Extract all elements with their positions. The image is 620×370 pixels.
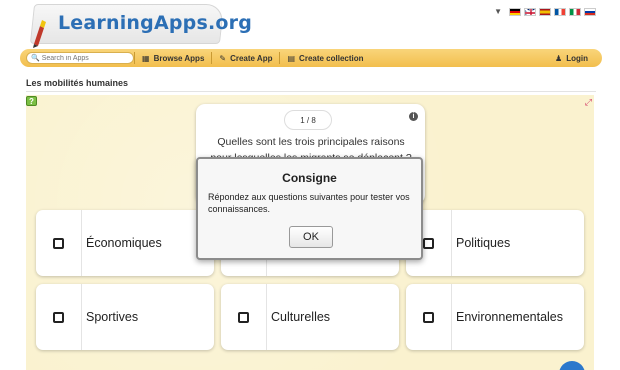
checkbox[interactable]: [423, 311, 434, 323]
fullscreen-icon[interactable]: ⤢: [585, 97, 592, 108]
checkbox-cell: [36, 284, 82, 350]
search-icon: 🔍: [31, 55, 40, 62]
answer-option[interactable]: Environnementales: [406, 284, 584, 350]
answer-label: Politiques: [456, 236, 511, 250]
create-collection-label: Create collection: [299, 53, 364, 63]
main-toolbar: 🔍 ▦ Browse Apps ✎ Create App ▤ Create co…: [20, 49, 602, 67]
instruction-dialog: Consigne Répondez aux questions suivante…: [196, 157, 423, 260]
login-label: Login: [566, 53, 588, 63]
answer-label: Environnementales: [456, 310, 564, 324]
grid-icon: ▦: [142, 53, 150, 63]
create-app-label: Create App: [230, 53, 273, 63]
search-input[interactable]: [41, 54, 132, 62]
dialog-message: Répondez aux questions suivantes pour te…: [208, 192, 410, 214]
checkbox[interactable]: [238, 311, 249, 323]
divider: [26, 91, 596, 92]
flag-spanish-icon[interactable]: [539, 7, 551, 16]
login-button[interactable]: ♟ Login: [555, 54, 588, 63]
info-icon[interactable]: i: [409, 112, 418, 121]
checkbox-cell: [36, 210, 82, 276]
answer-label: Culturelles: [271, 310, 331, 324]
checkbox[interactable]: [53, 237, 64, 249]
flag-german-icon[interactable]: [509, 7, 521, 16]
pencil-icon: ✎: [219, 53, 227, 63]
page: LearningApps.org ▼ 🔍 ▦ Browse Apps ✎ Cre…: [0, 0, 620, 370]
ok-button[interactable]: OK: [289, 226, 333, 248]
flag-italian-icon[interactable]: [569, 7, 581, 16]
language-selector[interactable]: ▼: [494, 7, 596, 16]
flag-french-icon[interactable]: [554, 7, 566, 16]
answer-option[interactable]: Sportives: [36, 284, 214, 350]
answer-label: Économiques: [86, 236, 162, 250]
answer-option[interactable]: Économiques: [36, 210, 214, 276]
answer-option[interactable]: Politiques: [406, 210, 584, 276]
logo-text: LearningApps.org: [58, 12, 253, 34]
user-icon: ♟: [555, 53, 563, 63]
dialog-title: Consigne: [282, 171, 337, 185]
create-app-button[interactable]: ✎ Create App: [211, 52, 279, 64]
checkbox-cell: [221, 284, 267, 350]
browse-apps-label: Browse Apps: [153, 53, 205, 63]
flag-english-icon[interactable]: [524, 7, 536, 16]
browse-apps-button[interactable]: ▦ Browse Apps: [134, 52, 211, 64]
logo[interactable]: LearningApps.org: [26, 0, 252, 48]
answer-label: Sportives: [86, 310, 139, 324]
checkbox-cell: [406, 284, 452, 350]
floating-action-button[interactable]: [559, 361, 585, 370]
help-icon[interactable]: ?: [26, 96, 37, 106]
collection-icon: ▤: [287, 53, 296, 63]
dropdown-arrow-icon[interactable]: ▼: [494, 7, 502, 16]
flag-russian-icon[interactable]: [584, 7, 596, 16]
checkbox[interactable]: [53, 311, 64, 323]
answer-option[interactable]: Culturelles: [221, 284, 399, 350]
checkbox[interactable]: [423, 237, 434, 249]
pencil-icon: [33, 20, 46, 48]
page-title: Les mobilités humaines: [26, 78, 129, 88]
create-collection-button[interactable]: ▤ Create collection: [279, 52, 370, 64]
search-box[interactable]: 🔍: [26, 52, 134, 64]
question-counter: 1 / 8: [284, 110, 332, 130]
